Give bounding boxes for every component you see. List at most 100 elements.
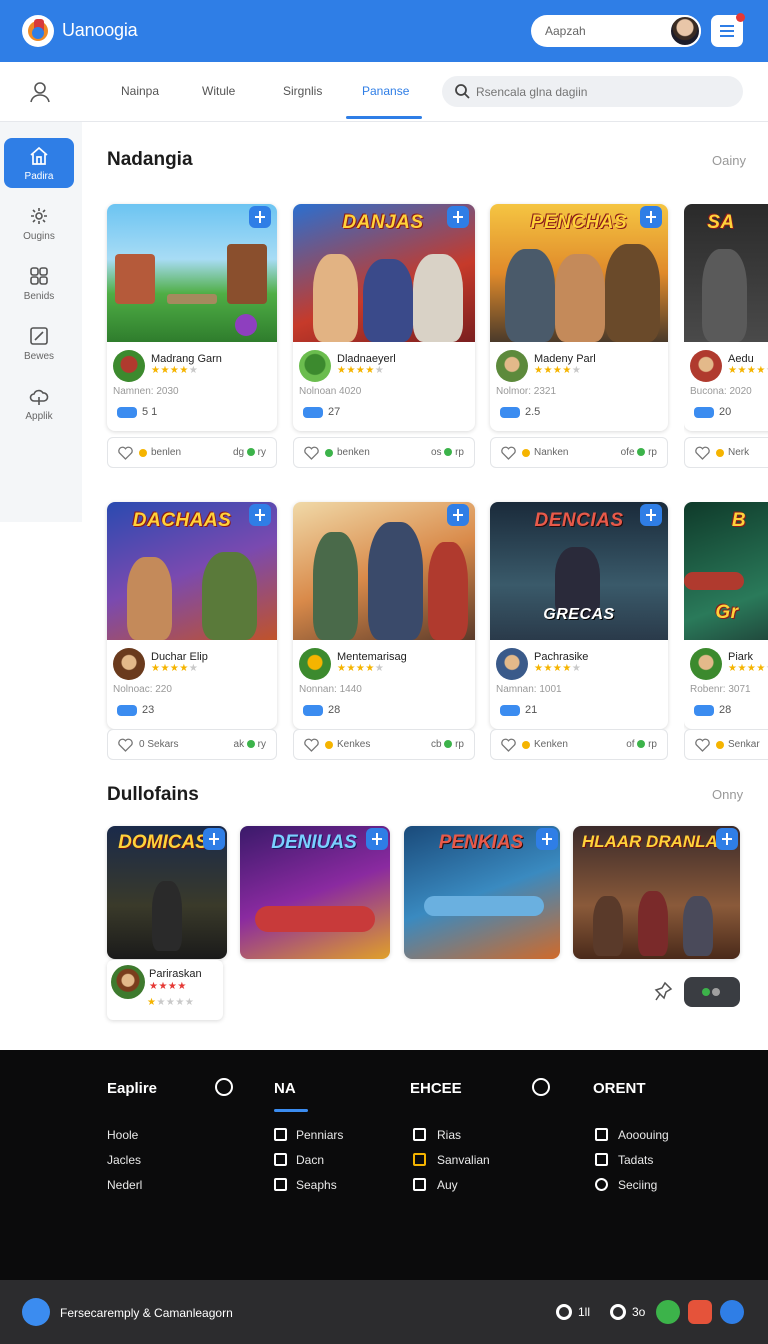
game-art: SA xyxy=(684,204,768,342)
add-icon[interactable] xyxy=(249,206,271,228)
game-card[interactable]: Mentemarisag ★★★★★ Nonnan: 1440 28 xyxy=(293,502,475,729)
footer-link[interactable]: Nederl xyxy=(107,1178,142,1192)
heart-icon[interactable] xyxy=(501,738,516,752)
add-icon[interactable] xyxy=(640,504,662,526)
add-icon[interactable] xyxy=(720,1300,744,1324)
action-label[interactable]: Nerk xyxy=(728,447,749,458)
section-link-oainy[interactable]: Oainy xyxy=(712,153,746,168)
brand-logo-icon[interactable] xyxy=(22,1298,50,1326)
status-dot xyxy=(325,449,333,457)
add-icon[interactable] xyxy=(536,828,558,850)
mini-game-card[interactable]: Pariraskan ★★★★ ★★★★★ xyxy=(107,960,223,1020)
footer-link[interactable]: Auy xyxy=(437,1178,458,1192)
heart-icon[interactable] xyxy=(304,446,319,460)
top-bar: Uanoogia Aapzah xyxy=(0,0,768,62)
game-card[interactable]: DANJAS Dladnaeyerl ★★★★★ Nolnoan 4020 27 xyxy=(293,204,475,431)
game-card[interactable]: DACHAAS Duchar Elip ★★★★★ Nolnoac: 220 2… xyxy=(107,502,277,729)
record-icon[interactable] xyxy=(556,1304,572,1320)
footer-link[interactable]: Sanvalian xyxy=(437,1153,490,1167)
info-icon[interactable] xyxy=(215,1078,233,1096)
sidebar-item-applik[interactable]: Applik xyxy=(4,378,74,428)
star-rating: ★★★★ xyxy=(149,981,187,992)
game-thumbnail xyxy=(113,350,145,382)
help-icon[interactable] xyxy=(532,1078,550,1096)
action-label[interactable]: benken xyxy=(337,447,370,458)
heart-icon[interactable] xyxy=(118,446,133,460)
game-card[interactable]: DENCIAS GRECAS Pachrasike ★★★★★ Namnan: … xyxy=(490,502,668,729)
user-avatar[interactable] xyxy=(669,15,701,47)
action-right[interactable]: of rp xyxy=(626,739,657,750)
star-rating: ★★★★★ xyxy=(151,365,199,376)
section-link-onny[interactable]: Onny xyxy=(712,787,743,802)
footer-link[interactable]: Dacn xyxy=(296,1153,324,1167)
add-icon[interactable] xyxy=(366,828,388,850)
bottom-bar: Fersecaremply & Camanleagorn 1ll 3o xyxy=(0,1280,768,1344)
heart-icon[interactable] xyxy=(695,738,710,752)
search-input[interactable] xyxy=(476,83,726,100)
heart-icon[interactable] xyxy=(118,738,133,752)
action-label[interactable]: Senkar xyxy=(728,739,760,750)
game-art: B Gr xyxy=(684,502,768,640)
add-icon[interactable] xyxy=(203,828,225,850)
sidebar-item-benids[interactable]: Benids xyxy=(4,258,74,308)
tab-witule[interactable]: Witule xyxy=(202,84,235,98)
action-label[interactable]: 0 Sekars xyxy=(139,739,178,750)
heart-icon[interactable] xyxy=(304,738,319,752)
tab-pananse[interactable]: Pananse xyxy=(362,84,409,98)
search-icon[interactable] xyxy=(454,83,471,100)
footer-link[interactable]: Tadats xyxy=(618,1153,653,1167)
game-thumbnail xyxy=(299,648,331,680)
action-right[interactable]: dg ry xyxy=(233,447,266,458)
footer-link[interactable]: Penniars xyxy=(296,1128,343,1142)
action-right[interactable]: ofe rp xyxy=(621,447,657,458)
apps-icon xyxy=(30,267,48,285)
sidebar-item-padira[interactable]: Padira xyxy=(4,138,74,188)
featured-game-card[interactable]: PENKIAS xyxy=(404,826,560,959)
tab-nainpa[interactable]: Nainpa xyxy=(121,84,159,98)
add-icon[interactable] xyxy=(447,504,469,526)
action-right-suffix: rp xyxy=(648,447,657,458)
footer-link[interactable]: Seaphs xyxy=(296,1178,337,1192)
footer-col-title: ORENT xyxy=(593,1080,646,1097)
featured-game-card[interactable]: HLAAR DRANLAS xyxy=(573,826,740,959)
game-card[interactable]: SA Aedu ★★★★★ Bucona: 2020 20 xyxy=(684,204,768,431)
game-card[interactable]: PENCHAS Madeny Parl ★★★★★ Nolmor: 2321 2… xyxy=(490,204,668,431)
clock-icon[interactable] xyxy=(610,1304,626,1320)
action-right[interactable]: ak ry xyxy=(234,739,266,750)
action-label[interactable]: benlen xyxy=(151,447,181,458)
footer-link[interactable]: Jacles xyxy=(107,1153,141,1167)
app-logo-icon[interactable] xyxy=(22,15,54,47)
featured-game-card[interactable]: DOMICAS xyxy=(107,826,227,959)
featured-game-card[interactable]: DENIUAS xyxy=(240,826,390,959)
game-card[interactable]: Madrang Garn ★★★★★ Namnen: 2030 5 1 xyxy=(107,204,277,431)
add-icon[interactable] xyxy=(249,504,271,526)
footer-link[interactable]: Hoole xyxy=(107,1128,138,1142)
tab-sirgnlis[interactable]: Sirgnlis xyxy=(283,84,322,98)
pin-icon[interactable] xyxy=(650,980,674,1004)
user-icon[interactable] xyxy=(28,80,52,104)
game-card[interactable]: B Gr Piark ★★★★★ Robenr: 3071 28 xyxy=(684,502,768,729)
action-label[interactable]: Nanken xyxy=(534,447,568,458)
art-title: PENCHAS xyxy=(530,212,628,233)
heart-icon[interactable] xyxy=(695,446,710,460)
toggle-pill-button[interactable] xyxy=(684,977,740,1007)
game-count: 28 xyxy=(719,704,732,716)
add-icon[interactable] xyxy=(447,206,469,228)
footer-link[interactable]: Seciing xyxy=(618,1178,657,1192)
share-icon[interactable] xyxy=(656,1300,680,1324)
action-label[interactable]: Kenken xyxy=(534,739,568,750)
heart-icon[interactable] xyxy=(501,446,516,460)
footer-link[interactable]: Aooouing xyxy=(618,1128,669,1142)
action-label[interactable]: Kenkes xyxy=(337,739,370,750)
action-right[interactable]: cb rp xyxy=(431,739,464,750)
sidebar-item-bewes[interactable]: Bewes xyxy=(4,318,74,368)
footer-link[interactable]: Rias xyxy=(437,1128,461,1142)
sidebar-item-ougins[interactable]: Ougins xyxy=(4,198,74,248)
add-icon[interactable] xyxy=(716,828,738,850)
game-count: 2.5 xyxy=(525,406,541,418)
flag-icon[interactable] xyxy=(688,1300,712,1324)
image-icon xyxy=(413,1153,426,1166)
action-right[interactable]: os rp xyxy=(431,447,464,458)
art-title: DENCIAS xyxy=(534,510,624,531)
add-icon[interactable] xyxy=(640,206,662,228)
